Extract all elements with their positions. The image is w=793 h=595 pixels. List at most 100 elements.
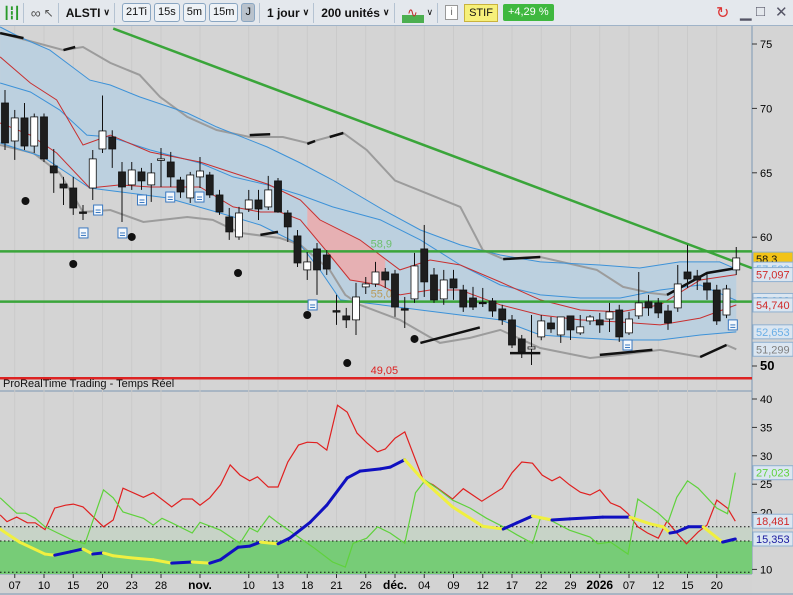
y-tick-label: 25 xyxy=(760,479,772,491)
indicators-icon[interactable]: ∿ xyxy=(401,2,424,23)
candle-body xyxy=(381,271,390,281)
toolbar: ┃┇┃ ∞ ↖ ALSTI ∨ 21Ti 15s 5m 15m J 1 jour ∨… xyxy=(0,0,793,26)
interval-daily-button[interactable]: J xyxy=(241,3,255,22)
candle-body xyxy=(166,161,175,178)
signal-dot xyxy=(410,334,419,343)
signal-dot xyxy=(234,269,243,278)
adx-segment xyxy=(131,556,155,562)
adx-segment xyxy=(258,540,280,546)
candlestick-icon[interactable]: ┃┇┃ xyxy=(3,3,21,23)
candle-body xyxy=(644,301,653,309)
note-icon[interactable] xyxy=(307,299,318,311)
note-icon[interactable] xyxy=(78,227,89,239)
note-icon[interactable] xyxy=(194,191,205,203)
candle-body xyxy=(118,171,126,188)
adx-segment xyxy=(236,544,252,549)
signal-dot xyxy=(343,359,352,368)
link-icon[interactable]: ∞ xyxy=(31,3,41,23)
candle-body xyxy=(352,296,360,321)
interval-21ti-button[interactable]: 21Ti xyxy=(122,3,151,22)
candle-body xyxy=(283,212,292,228)
candle-body xyxy=(556,316,565,336)
x-tick-label: 26 xyxy=(360,580,372,592)
candle-body xyxy=(625,318,633,334)
adx-segment xyxy=(190,560,212,565)
close-icon[interactable]: ✕ xyxy=(775,3,788,21)
candle-body xyxy=(722,288,731,316)
candle-body xyxy=(420,248,429,283)
chevron-down-icon[interactable]: ∨ xyxy=(427,3,434,23)
candle-body xyxy=(664,310,672,324)
candle-body xyxy=(157,158,165,161)
candle-body xyxy=(693,275,702,281)
candle-body xyxy=(205,174,214,196)
minimize-icon[interactable]: ▁ xyxy=(740,3,752,21)
candle-body xyxy=(98,130,107,150)
cursor-icon[interactable]: ↖ xyxy=(44,3,54,23)
candle-body xyxy=(10,117,19,142)
candle-body xyxy=(30,116,39,147)
candle-body xyxy=(400,308,409,311)
note-icon[interactable] xyxy=(136,194,147,206)
candle-body xyxy=(615,309,624,338)
units-selector[interactable]: 200 unités ∨ xyxy=(321,3,389,23)
candle-body xyxy=(547,322,555,330)
candle-body xyxy=(196,170,204,178)
candle-body xyxy=(527,346,536,350)
interval-5m-button[interactable]: 5m xyxy=(182,3,207,22)
interval-15m-button[interactable]: 15m xyxy=(209,3,239,22)
x-tick-label: 15 xyxy=(681,580,693,592)
refresh-icon[interactable]: ↻ xyxy=(716,3,729,23)
y-tick-label: 10 xyxy=(760,564,772,576)
x-tick-label: 12 xyxy=(652,580,664,592)
candle-body xyxy=(683,271,692,280)
candle-body xyxy=(391,273,399,308)
divider xyxy=(114,2,115,23)
note-icon[interactable] xyxy=(117,227,128,239)
x-tick-label: 23 xyxy=(126,580,138,592)
candle-body xyxy=(361,283,370,288)
level-label: 55,0 xyxy=(371,289,392,301)
y-tick-label: 75 xyxy=(760,39,772,51)
candle-body xyxy=(332,310,341,313)
candle xyxy=(186,171,195,203)
candle-body xyxy=(654,302,663,314)
x-tick-label: 20 xyxy=(711,580,723,592)
value-label: 52,653 xyxy=(756,327,790,339)
candle xyxy=(722,284,731,319)
x-tick-label: 17 xyxy=(506,580,518,592)
x-tick-label: 29 xyxy=(564,580,576,592)
maximize-icon[interactable]: □ xyxy=(756,3,765,20)
note-icon[interactable] xyxy=(93,204,104,216)
x-tick-label: 2026 xyxy=(586,578,613,592)
interval-15s-button[interactable]: 15s xyxy=(154,3,180,22)
note-icon[interactable] xyxy=(727,319,738,331)
adx-segment xyxy=(550,517,572,522)
x-tick-label: 13 xyxy=(272,580,284,592)
symbol-selector[interactable]: ALSTI ∨ xyxy=(66,3,110,23)
x-tick-label: 07 xyxy=(9,580,21,592)
signal-dot xyxy=(21,197,30,206)
candle-body xyxy=(517,338,526,353)
black-segment xyxy=(249,132,271,137)
note-icon[interactable] xyxy=(165,191,176,203)
candle-body xyxy=(342,315,351,321)
candle-body xyxy=(274,180,282,213)
candle-body xyxy=(49,165,58,174)
candle-body xyxy=(137,171,146,182)
candle-body xyxy=(293,235,302,264)
candle-body xyxy=(498,308,507,321)
period-selector[interactable]: 1 jour ∨ xyxy=(267,3,309,23)
divider xyxy=(22,2,24,23)
note-icon[interactable] xyxy=(622,339,633,351)
candle-body xyxy=(176,179,185,193)
candle-body xyxy=(254,199,263,210)
info-icon[interactable]: i xyxy=(445,5,459,20)
candle-body xyxy=(634,302,643,317)
x-tick-label: 12 xyxy=(477,580,489,592)
candle-body xyxy=(40,116,48,160)
chart-canvas[interactable]: 58,955,049,05757065605058,357,52357,0975… xyxy=(0,0,793,595)
candle xyxy=(274,177,282,213)
units-label: 200 unités xyxy=(321,5,380,20)
candle-body xyxy=(605,311,614,320)
